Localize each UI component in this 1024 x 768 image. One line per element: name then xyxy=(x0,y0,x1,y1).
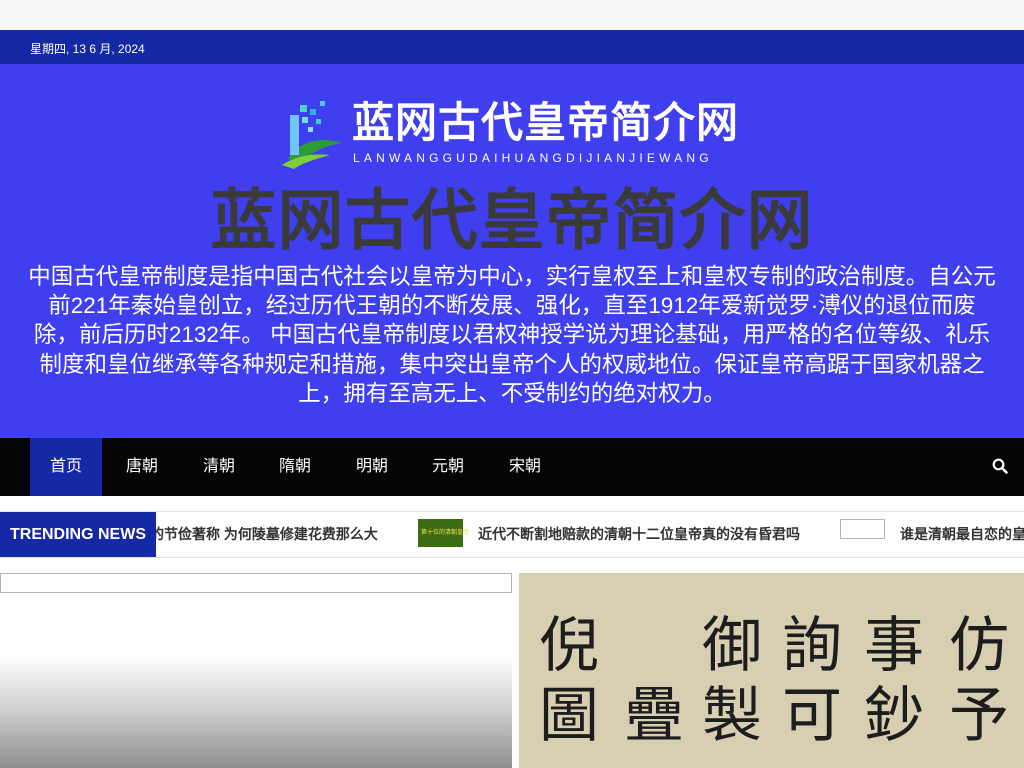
featured-card-right[interactable]: 仿 事 詢 御 倪 予 鈔 可 製 疊 圖 xyxy=(519,573,1024,768)
nav-item-tang[interactable]: 唐朝 xyxy=(110,438,174,496)
site-description: 中国古代皇帝制度是指中国古代社会以皇帝为中心，实行皇权至上和皇权专制的政治制度。… xyxy=(28,264,996,406)
ticker-item[interactable]: 的节俭著称 为何陵墓修建花费那么大 xyxy=(150,512,378,557)
site-header: 蓝网古代皇帝简介网 LANWANGGUDAIHUANGDIJIANJIEWANG… xyxy=(0,64,1024,438)
browser-strip xyxy=(0,0,1024,30)
broken-image-icon xyxy=(0,573,512,593)
logo-title: 蓝网古代皇帝简介网 xyxy=(352,98,740,147)
nav-item-home[interactable]: 首页 xyxy=(30,438,102,496)
calligraphy-char: 鈔 xyxy=(864,681,924,751)
ticker-item[interactable]: 近代不断割地赔款的清朝十二位皇帝真的没有昏君吗 xyxy=(478,512,800,557)
site-title[interactable]: 蓝网古代皇帝简介网 xyxy=(0,180,1024,260)
nav-item-ming[interactable]: 明朝 xyxy=(340,438,404,496)
broken-image-icon[interactable] xyxy=(840,519,885,539)
calligraphy-char: 事 xyxy=(864,611,924,681)
calligraphy-char: 御 xyxy=(702,611,762,681)
nav-item-yuan[interactable]: 元朝 xyxy=(416,438,480,496)
logo-subtitle: LANWANGGUDAIHUANGDIJIANJIEWANG xyxy=(353,151,713,165)
nav-item-qing[interactable]: 清朝 xyxy=(187,438,251,496)
calligraphy-char: 詢 xyxy=(782,611,842,681)
calligraphy-char: 仿 xyxy=(949,611,1009,681)
thumbnail-caption: 第十位的清朝皇帝 xyxy=(421,530,470,536)
main-nav: 首页 唐朝 清朝 隋朝 明朝 元朝 宋朝 xyxy=(0,438,1024,496)
trending-news-bar: 的节俭著称 为何陵墓修建花费那么大 第十位的清朝皇帝 近代不断割地赔款的清朝十二… xyxy=(0,511,1024,558)
featured-card-left[interactable] xyxy=(0,573,512,768)
trending-news-label: TRENDING NEWS xyxy=(0,512,156,557)
calligraphy-char: 予 xyxy=(949,681,1009,751)
calligraphy-char: 可 xyxy=(782,681,842,751)
calligraphy-char: 疊 xyxy=(624,681,684,751)
date-label: 星期四, 13 6 月, 2024 xyxy=(30,42,145,56)
nav-item-sui[interactable]: 隋朝 xyxy=(263,438,327,496)
calligraphy-char: 圖 xyxy=(539,681,599,751)
calligraphy-char: 製 xyxy=(702,681,762,751)
ticker-thumbnail[interactable]: 第十位的清朝皇帝 xyxy=(418,519,469,547)
calligraphy-char: 倪 xyxy=(539,611,599,681)
search-icon[interactable] xyxy=(992,458,1008,474)
nav-item-song[interactable]: 宋朝 xyxy=(493,438,557,496)
ticker-item[interactable]: 谁是清朝最自恋的皇 xyxy=(900,512,1024,557)
top-bar: 星期四, 13 6 月, 2024 xyxy=(0,30,1024,64)
logo-icon xyxy=(282,101,342,169)
site-logo[interactable]: 蓝网古代皇帝简介网 LANWANGGUDAIHUANGDIJIANJIEWANG xyxy=(280,97,740,169)
